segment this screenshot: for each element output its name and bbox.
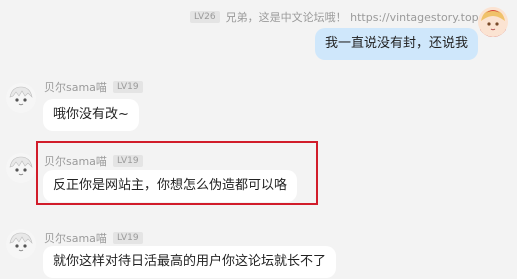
user-avatar-3[interactable] <box>6 229 36 259</box>
anime-girl-avatar-icon <box>478 7 508 37</box>
level-badge-3: LV19 <box>112 232 143 244</box>
user-avatar-1[interactable] <box>6 83 36 113</box>
chibi-avatar-icon <box>6 83 36 113</box>
self-avatar[interactable] <box>478 7 508 37</box>
username-3[interactable]: 贝尔sama喵 <box>44 230 107 246</box>
message-text-3: 就你这样对待日活最高的用户你这论坛就长不了 <box>53 254 327 269</box>
self-message-bubble[interactable]: 我一直说没有封，还说我 <box>315 28 479 60</box>
username-1[interactable]: 贝尔sama喵 <box>44 79 107 95</box>
self-message-text: 我一直说没有封，还说我 <box>325 36 469 51</box>
chat-window: { "chat": { "self": { "level": "LV26", "… <box>0 0 517 279</box>
message-meta-1: 贝尔sama喵 LV19 <box>44 79 143 95</box>
self-name-line: 兄弟，这是中文论坛哦！ https://vintagestory.top/ <box>225 11 483 24</box>
self-message-meta: LV26 兄弟，这是中文论坛哦！ https://vintagestory.to… <box>190 9 482 25</box>
highlight-box <box>36 141 318 205</box>
chibi-avatar-icon <box>6 229 36 259</box>
chibi-avatar-icon <box>6 153 36 183</box>
message-bubble-3[interactable]: 就你这样对待日活最高的用户你这论坛就长不了 <box>43 246 337 278</box>
user-avatar-2[interactable] <box>6 153 36 183</box>
self-level-badge: LV26 <box>190 11 220 23</box>
message-bubble-1[interactable]: 哦你没有改~ <box>43 99 139 131</box>
message-text-1: 哦你没有改~ <box>53 107 129 122</box>
level-badge-1: LV19 <box>112 81 143 93</box>
message-meta-3: 贝尔sama喵 LV19 <box>44 230 143 246</box>
